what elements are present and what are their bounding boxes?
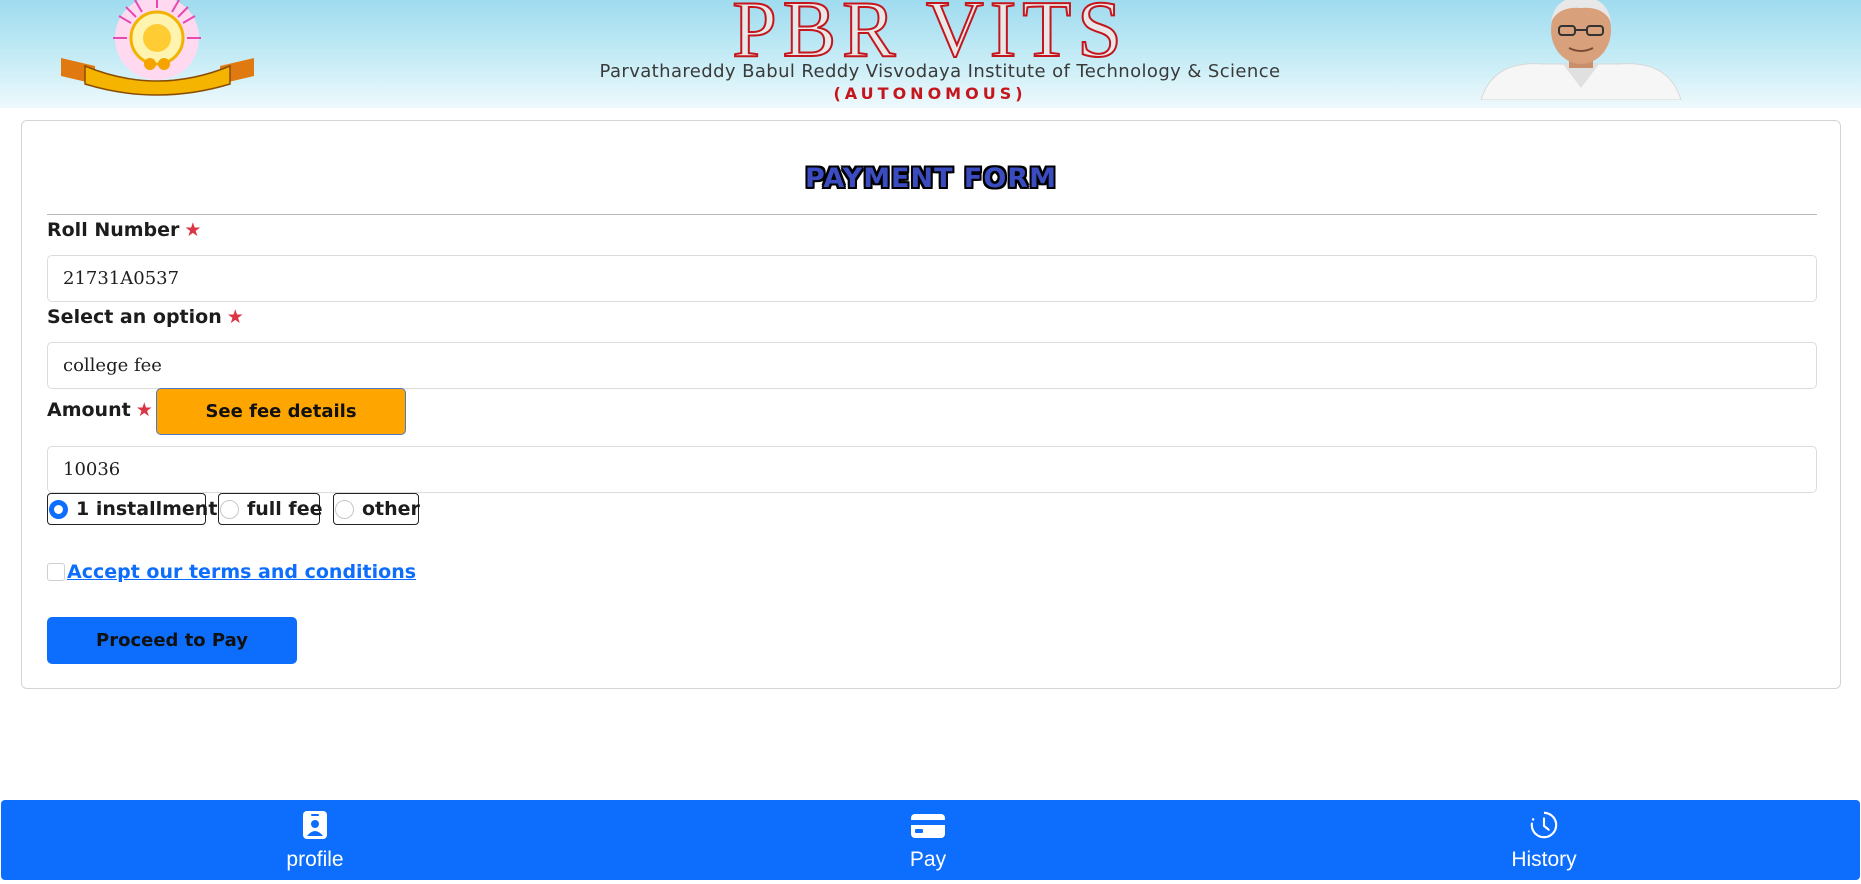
bottom-navigation: profile Pay History xyxy=(1,800,1860,880)
required-star-icon: ★ xyxy=(184,219,202,241)
nav-history[interactable]: History xyxy=(1444,800,1644,880)
clock-history-icon xyxy=(1530,811,1558,839)
form-title: PAYMENT FORM xyxy=(805,163,1057,194)
nav-profile[interactable]: profile xyxy=(215,800,415,880)
radio-unselected-icon xyxy=(335,500,354,519)
radio-unselected-icon xyxy=(220,500,239,519)
required-star-icon: ★ xyxy=(226,306,244,328)
required-star-icon: ★ xyxy=(135,399,153,421)
roll-number-input[interactable]: 21731A0537 xyxy=(47,255,1817,302)
terms-link[interactable]: Accept our terms and conditions xyxy=(67,561,416,583)
radio-full-fee[interactable]: full fee xyxy=(218,493,323,525)
banner-subtitle: Parvathareddy Babul Reddy Visvodaya Inst… xyxy=(599,61,1281,82)
amount-input[interactable]: 10036 xyxy=(47,446,1817,493)
banner-autonomous: (AUTONOMOUS) xyxy=(833,84,1027,103)
radio-label: 1 installment xyxy=(76,498,218,520)
radio-selected-icon xyxy=(49,500,68,519)
payment-form-card: PAYMENT FORM Roll Number ★ 21731A0537 Sel… xyxy=(21,120,1841,689)
banner-title: PBR VITS xyxy=(731,0,1128,74)
radio-label: full fee xyxy=(247,498,323,520)
title-divider xyxy=(47,214,1817,215)
badge-icon xyxy=(303,811,327,839)
terms-checkbox[interactable] xyxy=(47,563,65,581)
roll-number-label: Roll Number ★ xyxy=(47,219,202,241)
radio-other[interactable]: other xyxy=(333,493,420,525)
nav-pay-label: Pay xyxy=(909,848,947,871)
college-banner: PBR VITS Parvathareddy Babul Reddy Visvo… xyxy=(0,0,1861,108)
credit-card-icon xyxy=(911,814,945,838)
nav-pay[interactable]: Pay xyxy=(828,800,1028,880)
college-emblem-icon xyxy=(61,0,254,96)
nav-history-label: History xyxy=(1511,848,1577,871)
radio-label: other xyxy=(362,498,420,520)
option-label: Select an option ★ xyxy=(47,306,244,328)
proceed-to-pay-button[interactable]: Proceed to Pay xyxy=(47,617,297,664)
amount-label: Amount ★ xyxy=(47,399,153,421)
see-fee-details-button[interactable]: See fee details xyxy=(156,388,406,435)
option-select[interactable]: college fee xyxy=(47,342,1817,389)
radio-one-installment[interactable]: 1 installment xyxy=(47,493,217,525)
nav-profile-label: profile xyxy=(286,848,344,871)
founder-portrait xyxy=(1480,0,1682,100)
